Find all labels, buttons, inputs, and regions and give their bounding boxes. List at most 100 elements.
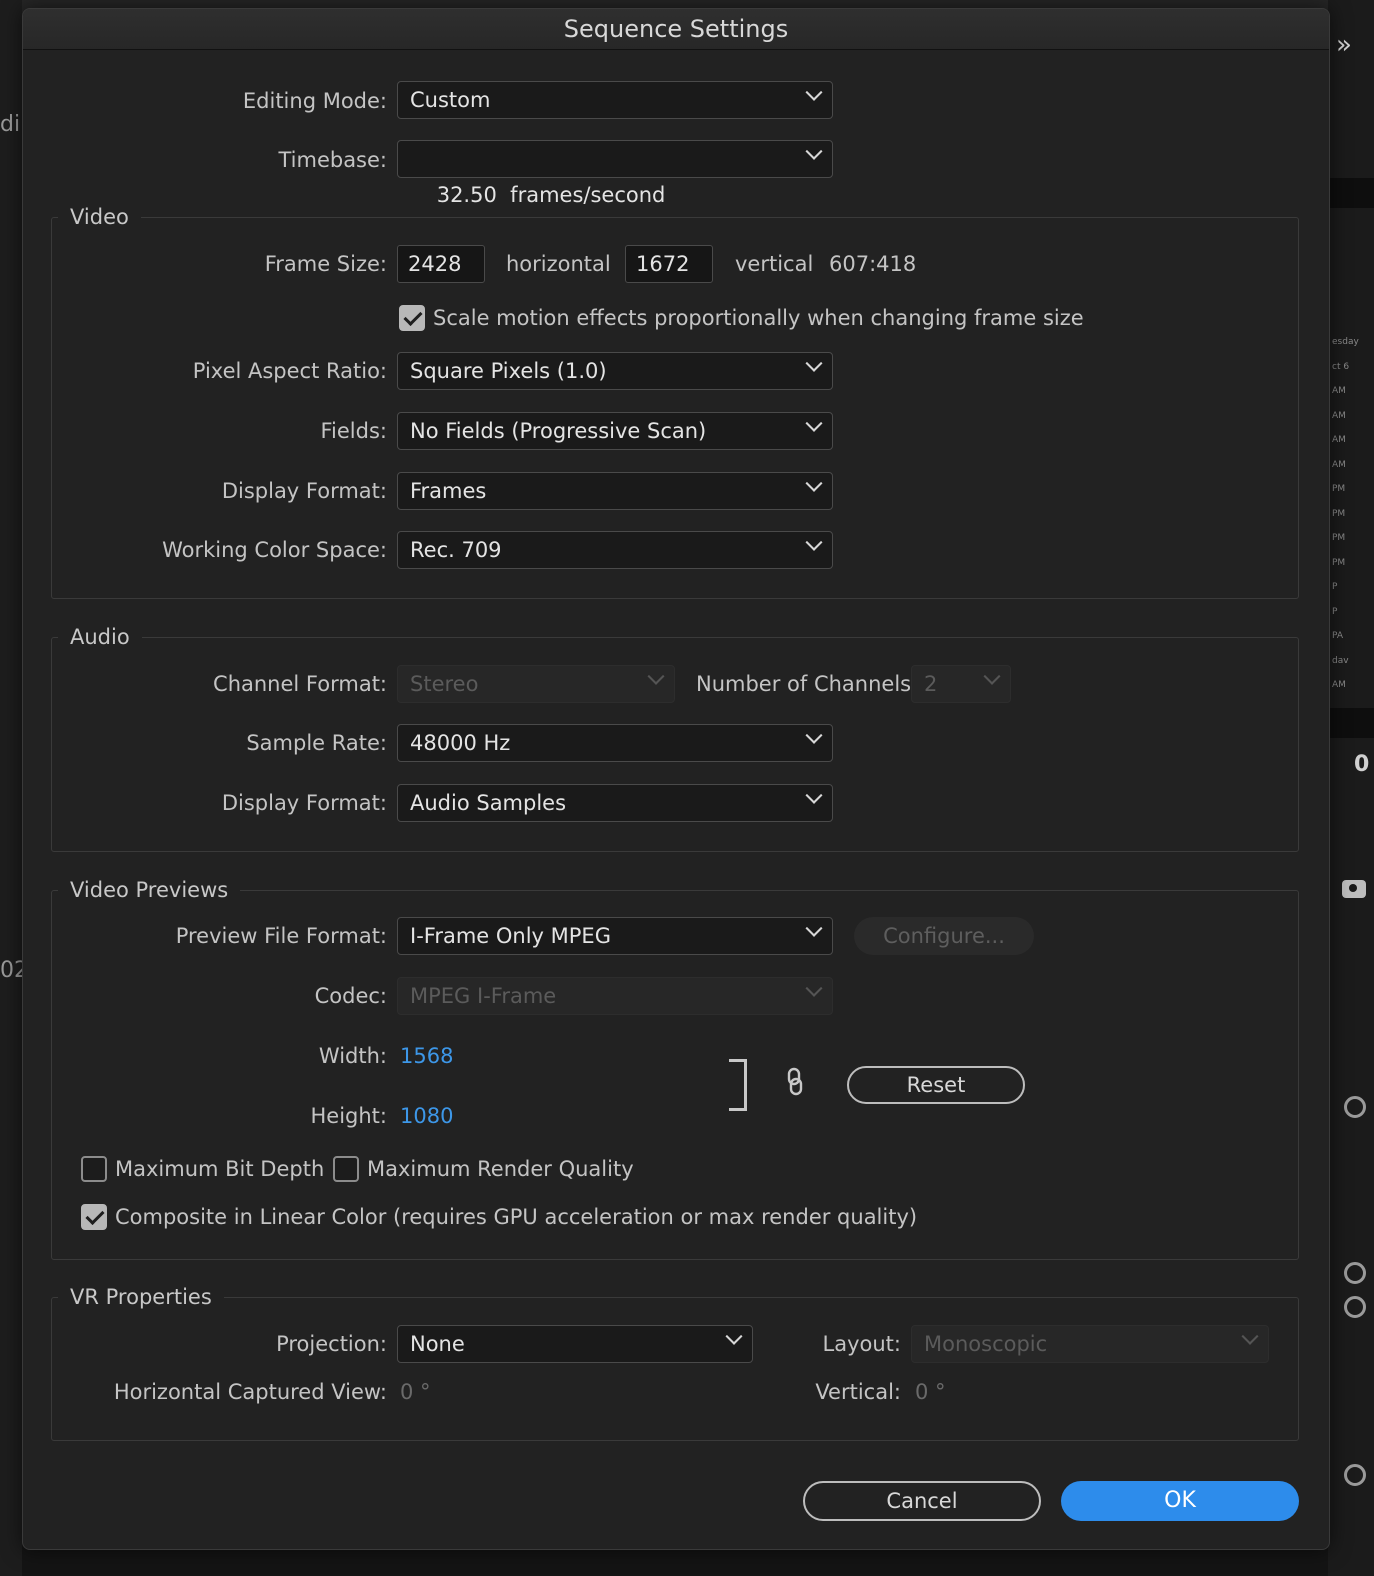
audio-display-format-label: Display Format: [221,791,387,815]
chevron-down-icon [805,726,823,744]
layout-value: Monoscopic [924,1332,1048,1356]
scale-motion-checkbox[interactable] [399,305,425,331]
frame-size-label: Frame Size: [264,252,387,276]
frame-width-input[interactable]: 2428 [397,245,485,283]
link-bracket [729,1059,747,1111]
tick-label: PM [1332,533,1346,543]
tick-label: P [1332,606,1338,617]
channel-format-label: Channel Format: [213,672,387,696]
sample-rate-select[interactable]: 48000 Hz [397,724,833,762]
vr-properties-group-title: VR Properties [58,1282,224,1312]
ok-button[interactable]: OK [1061,1481,1299,1521]
background-panel-bar [1330,708,1374,738]
video-previews-group-title: Video Previews [58,875,241,905]
channel-format-value: Stereo [410,672,479,696]
working-color-space-value: Rec. 709 [410,538,502,562]
scale-motion-label: Scale motion effects proportionally when… [433,306,1084,330]
double-chevron-right-icon[interactable]: » [1336,30,1352,60]
vr-properties-group: VR Properties [51,1282,1299,1441]
preview-width-value[interactable]: 1568 [400,1036,453,1076]
sample-rate-value: 48000 Hz [410,731,511,755]
chevron-down-icon [805,83,823,101]
tick-label: ct 6 [1332,361,1350,372]
codec-select[interactable]: MPEG I-Frame [397,977,833,1015]
preview-file-format-value: I-Frame Only MPEG [410,924,611,948]
tick-label: AM [1332,680,1346,690]
editing-mode-label: Editing Mode: [242,89,387,113]
chevron-down-icon [805,786,823,804]
preview-file-format-label: Preview File Format: [175,924,387,948]
tick-label: PA [1332,631,1344,641]
background-app-left [0,0,22,1576]
frame-height-input[interactable]: 1672 [625,245,713,283]
horizontal-label: horizontal [506,252,611,276]
knob-icon[interactable] [1344,1296,1366,1318]
horizontal-captured-view-value: 0 ° [400,1380,431,1404]
knob-icon[interactable] [1344,1096,1366,1118]
knob-icon[interactable] [1344,1262,1366,1284]
timebase-label: Timebase: [278,148,387,172]
vertical-label: vertical [735,252,814,276]
audio-group-title: Audio [58,622,142,652]
video-group-title: Video [58,202,141,232]
tick-label: AM [1332,459,1346,470]
sequence-settings-dialog: Sequence Settings Editing Mode: Custom T… [22,8,1330,1550]
composite-linear-checkbox[interactable] [81,1204,107,1230]
background-app-right [1328,0,1374,1576]
projection-label: Projection: [276,1332,387,1356]
chevron-down-icon [647,667,665,685]
reset-button[interactable]: Reset [847,1066,1025,1104]
chevron-down-icon [1241,1327,1259,1345]
tick-label: AM [1332,410,1346,421]
preview-height-value[interactable]: 1080 [400,1096,453,1136]
codec-label: Codec: [314,984,387,1008]
chevron-down-icon [805,142,823,160]
video-display-format-select[interactable]: Frames [397,472,833,510]
number-of-channels-select[interactable]: 2 [911,665,1011,703]
pixel-aspect-ratio-select[interactable]: Square Pixels (1.0) [397,352,833,390]
working-color-space-select[interactable]: Rec. 709 [397,531,833,569]
tick-label: dav [1332,655,1349,666]
chain-link-icon[interactable] [785,1067,805,1097]
layout-select[interactable]: Monoscopic [911,1325,1269,1363]
background-zero: 0 [1354,752,1370,777]
configure-button[interactable]: Configure... [854,917,1034,955]
cancel-button[interactable]: Cancel [803,1481,1041,1521]
channel-format-select[interactable]: Stereo [397,665,675,703]
pixel-aspect-ratio-value: Square Pixels (1.0) [410,359,607,383]
max-bit-depth-label: Maximum Bit Depth [115,1157,325,1181]
background-panel-bar [1330,178,1374,208]
tick-label: PM [1332,557,1346,568]
camera-icon[interactable] [1342,880,1366,898]
tick-label: PM [1332,508,1346,519]
chevron-down-icon [805,414,823,432]
working-color-space-label: Working Color Space: [162,538,387,562]
tick-label: AM [1332,386,1346,396]
pixel-aspect-ratio-label: Pixel Aspect Ratio: [192,359,387,383]
chevron-down-icon [805,354,823,372]
max-bit-depth-checkbox[interactable] [81,1156,107,1182]
knob-icon[interactable] [1344,1464,1366,1486]
tick-label: AM [1332,435,1346,445]
editing-mode-select[interactable]: Custom [397,81,833,119]
fields-select[interactable]: No Fields (Progressive Scan) [397,412,833,450]
editing-mode-value: Custom [410,88,491,112]
background-time-ticks: esday ct 6 AM AM AM AM PM PM PM PM P P P… [1330,330,1374,698]
audio-display-format-select[interactable]: Audio Samples [397,784,833,822]
number-of-channels-value: 2 [924,672,938,696]
fields-label: Fields: [320,419,388,443]
preview-height-label: Height: [310,1104,388,1128]
tick-label: PM [1332,484,1346,494]
preview-file-format-select[interactable]: I-Frame Only MPEG [397,917,833,955]
chevron-down-icon [805,979,823,997]
timebase-select[interactable]: 32.50 frames/second [397,140,833,207]
aspect-ratio-value: 607:418 [829,252,917,276]
projection-value: None [410,1332,465,1356]
dialog-title: Sequence Settings [23,9,1329,50]
chevron-down-icon [805,474,823,492]
tick-label: P [1332,582,1338,592]
composite-linear-label: Composite in Linear Color (requires GPU … [115,1205,918,1229]
max-render-quality-checkbox[interactable] [333,1156,359,1182]
codec-value: MPEG I-Frame [410,984,557,1008]
video-display-format-label: Display Format: [221,479,387,503]
